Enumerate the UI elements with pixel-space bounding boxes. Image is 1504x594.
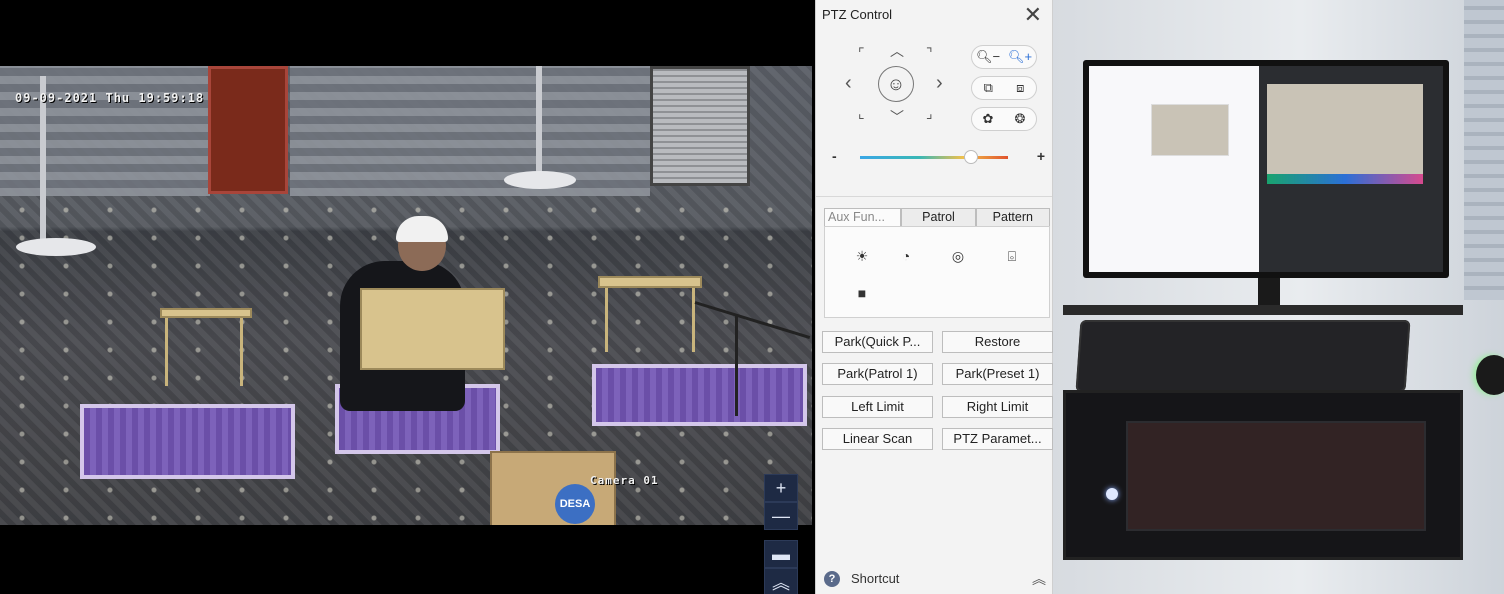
wooden-door bbox=[208, 66, 288, 194]
park-quick-patrol-button[interactable]: Park(Quick P... bbox=[822, 331, 933, 353]
pan-up-button[interactable]: ︿ bbox=[890, 44, 904, 58]
cabinet-glass-door bbox=[1126, 421, 1426, 531]
pan-down-right-button[interactable]: ⌟ bbox=[926, 106, 933, 120]
pan-left-button[interactable]: ‹ bbox=[845, 73, 852, 93]
zoom-pill: 🔍︎− 🔍︎+ bbox=[971, 45, 1037, 69]
desk-surface bbox=[1063, 305, 1463, 315]
rehal-book-stand bbox=[160, 308, 252, 318]
iris-close-icon[interactable]: ✿ bbox=[983, 111, 994, 127]
ptz-direction-pad: ⌜ ︿ ⌝ ‹ ☺ › ⌞ ﹀ ⌟ bbox=[842, 40, 952, 130]
rehal-book-stand bbox=[598, 276, 702, 288]
ptz-function-tabs: Aux Fun... Patrol Pattern bbox=[824, 208, 1050, 227]
speed-track[interactable] bbox=[860, 156, 1008, 159]
room-photo bbox=[1053, 0, 1504, 594]
right-limit-button[interactable]: Right Limit bbox=[942, 396, 1053, 418]
standing-fan-base bbox=[16, 238, 96, 256]
help-icon[interactable]: ? bbox=[824, 571, 840, 587]
monitor bbox=[1083, 60, 1449, 278]
restore-button[interactable]: Restore bbox=[942, 331, 1053, 353]
mouse bbox=[1476, 355, 1504, 395]
flag-icon: ▬ bbox=[772, 543, 790, 564]
video-pane: DESA 09-09-2021 Thu 19:59:18 Camera 01 +… bbox=[0, 0, 815, 594]
fullscreen-toggle-button[interactable]: ▬ bbox=[764, 540, 798, 568]
microphone-stand bbox=[735, 316, 738, 416]
focus-far-icon[interactable]: ⧈ bbox=[1016, 80, 1024, 96]
light-icon[interactable]: ☀︎ bbox=[851, 245, 873, 267]
iris-pill: ✿ ❂ bbox=[971, 107, 1037, 131]
collapse-toolbar-button[interactable]: ︽ bbox=[764, 568, 798, 594]
zoom-spacer bbox=[764, 530, 798, 540]
manual-track-icon[interactable]: ■ bbox=[851, 282, 873, 304]
focus-near-icon[interactable]: ⧉ bbox=[984, 80, 993, 96]
double-chevron-up-icon: ︽ bbox=[772, 573, 790, 593]
ptz-speed-slider: - + bbox=[830, 148, 1045, 168]
panel-title: PTZ Control bbox=[822, 7, 893, 22]
tab-patrol[interactable]: Patrol bbox=[901, 208, 976, 227]
lens-init-icon[interactable]: ⌻ bbox=[1001, 245, 1023, 267]
pan-down-button[interactable]: ﹀ bbox=[890, 110, 904, 124]
osd-timestamp: 09-09-2021 Thu 19:59:18 bbox=[15, 91, 205, 105]
tab-aux-function[interactable]: Aux Fun... bbox=[824, 208, 902, 227]
ptz-parameters-button[interactable]: PTZ Paramet... bbox=[942, 428, 1053, 450]
browser-dashboard bbox=[1089, 66, 1259, 272]
close-icon[interactable]: ✕ bbox=[1024, 2, 1042, 28]
divider bbox=[816, 196, 1052, 197]
double-chevron-up-icon[interactable]: ︽ bbox=[1032, 569, 1046, 589]
stream-ticker-banner bbox=[1266, 174, 1423, 184]
zoom-in-icon[interactable]: 🔍︎+ bbox=[1008, 49, 1032, 65]
park-preset-1-button[interactable]: Park(Preset 1) bbox=[942, 363, 1053, 385]
ptz-control-panel: PTZ Control ✕ ⌜ ︿ ⌝ ‹ ☺ › ⌞ ﹀ ⌟ 🔍︎− 🔍︎+ … bbox=[815, 0, 1053, 594]
window-blinds bbox=[1464, 0, 1504, 300]
lens-controls: 🔍︎− 🔍︎+ ⧉ ⧈ ✿ ❂ bbox=[971, 45, 1037, 138]
linear-scan-button[interactable]: Linear Scan bbox=[822, 428, 933, 450]
standing-fan-base bbox=[504, 171, 576, 189]
folding-stand bbox=[605, 284, 695, 352]
tab-pattern[interactable]: Pattern bbox=[975, 208, 1050, 227]
speed-increase-button[interactable]: + bbox=[1037, 148, 1045, 164]
aux-function-content: ☀︎ ◔ ◎ ⌻ ■ bbox=[824, 226, 1050, 318]
camera-live-feed[interactable]: DESA bbox=[0, 66, 812, 525]
speed-thumb[interactable] bbox=[964, 150, 978, 164]
mosque-wall-center bbox=[290, 66, 650, 196]
standing-fan-pole bbox=[536, 66, 542, 176]
stream-preview bbox=[1266, 84, 1423, 184]
low-wooden-desk bbox=[360, 288, 505, 370]
mosque-wall-left bbox=[0, 66, 210, 196]
streaming-software bbox=[1258, 66, 1443, 272]
cardboard-box bbox=[490, 451, 616, 525]
pan-right-button[interactable]: › bbox=[936, 73, 943, 93]
prayer-mat bbox=[80, 404, 295, 479]
monitor-screen bbox=[1089, 66, 1443, 272]
cabinet-led bbox=[1106, 488, 1118, 500]
shortcut-label[interactable]: Shortcut bbox=[851, 571, 899, 586]
auto-pan-button[interactable]: ☺ bbox=[878, 66, 914, 102]
pan-down-left-button[interactable]: ⌞ bbox=[858, 106, 865, 120]
wiper-icon[interactable]: ◔ bbox=[895, 245, 917, 267]
iris-open-icon[interactable]: ❂ bbox=[1015, 111, 1026, 127]
box-brand-logo: DESA bbox=[555, 484, 595, 524]
dashboard-video-preview bbox=[1151, 104, 1229, 156]
pan-up-right-button[interactable]: ⌝ bbox=[926, 46, 933, 60]
network-cabinet bbox=[1063, 390, 1463, 560]
speed-decrease-button[interactable]: - bbox=[832, 148, 837, 164]
shortcut-bar: ? Shortcut ︽ bbox=[824, 570, 1046, 588]
folding-stand bbox=[165, 314, 243, 386]
metal-shutter bbox=[650, 66, 750, 186]
zoom-out-button[interactable]: — bbox=[764, 502, 798, 530]
osd-camera-name: Camera 01 bbox=[590, 474, 659, 487]
park-patrol-1-button[interactable]: Park(Patrol 1) bbox=[822, 363, 933, 385]
one-touch-focus-icon[interactable]: ◎ bbox=[947, 245, 969, 267]
zoom-out-icon[interactable]: 🔍︎− bbox=[976, 49, 1000, 65]
keyboard bbox=[1075, 320, 1411, 392]
left-limit-button[interactable]: Left Limit bbox=[822, 396, 933, 418]
pan-up-left-button[interactable]: ⌜ bbox=[858, 46, 865, 60]
zoom-controls: + — ▬ ︽ bbox=[764, 474, 798, 594]
focus-pill: ⧉ ⧈ bbox=[971, 76, 1037, 100]
prayer-mat bbox=[592, 364, 807, 426]
zoom-in-button[interactable]: + bbox=[764, 474, 798, 502]
